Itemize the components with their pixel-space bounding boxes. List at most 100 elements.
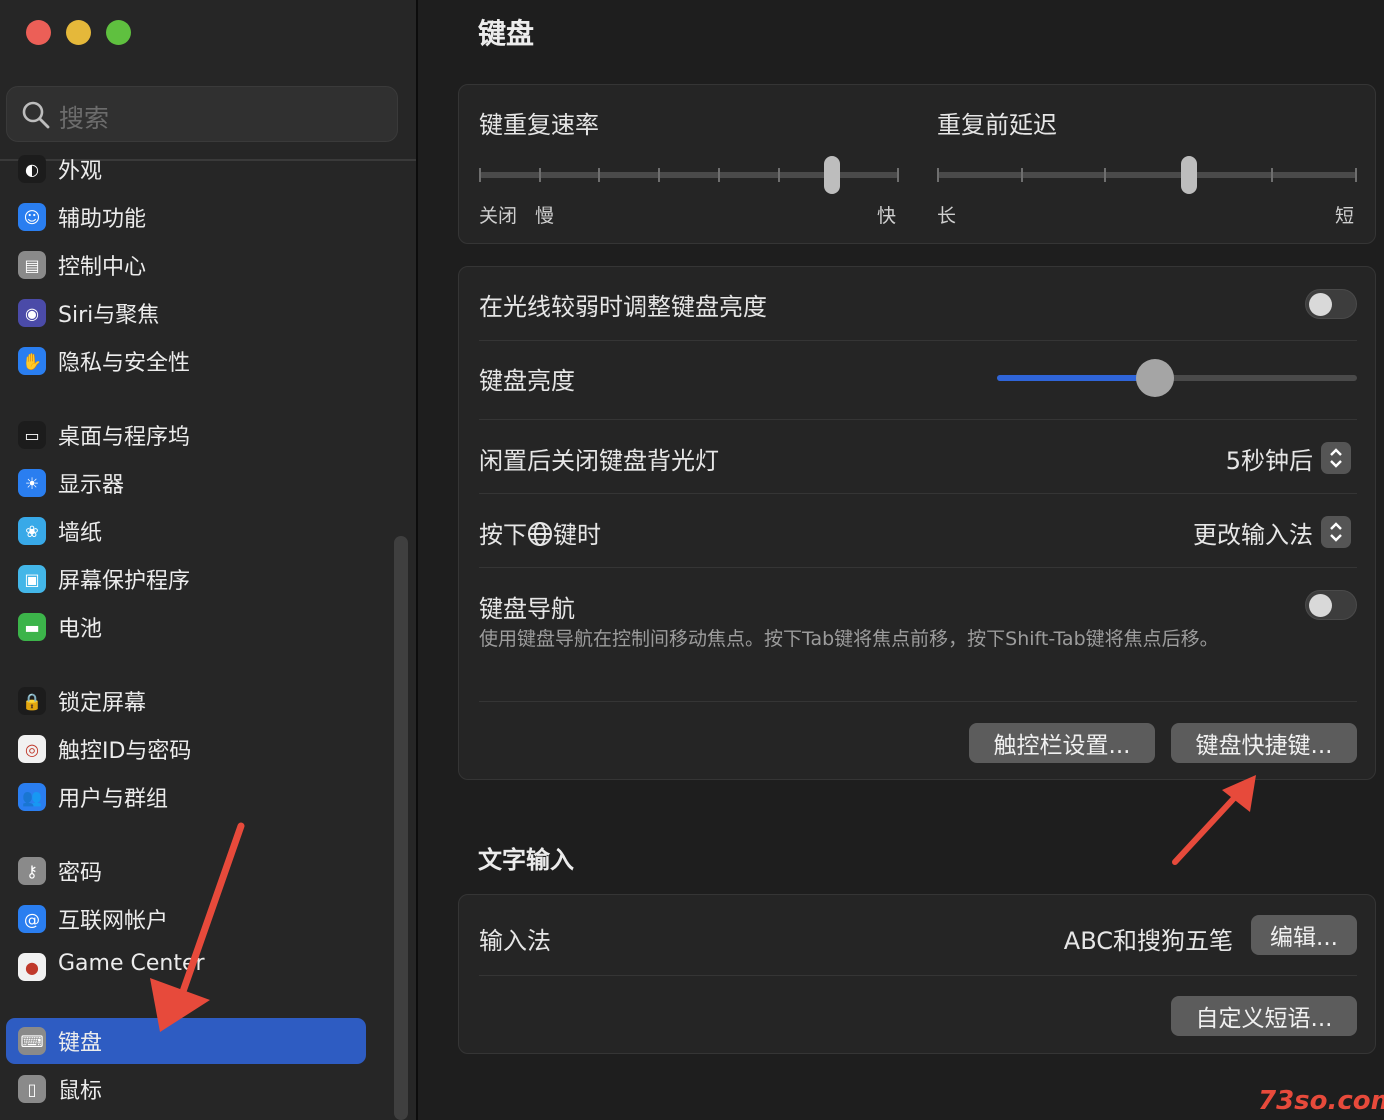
backlight-off-popup[interactable]: 5秒钟后 [1226, 441, 1313, 476]
input-sources-value: ABC和搜狗五笔 [1063, 927, 1233, 955]
wallpaper-icon: ❀ [18, 517, 46, 545]
globe-key-stepper[interactable] [1321, 516, 1351, 548]
sidebar-item[interactable]: @ 互联网帐户 [6, 896, 366, 942]
privacy-hand-icon: ✋ [18, 347, 46, 375]
sidebar-item-label: 外观 [58, 159, 103, 184]
sidebar-item-label: 键盘 [58, 1031, 103, 1056]
sidebar-item-label: 鼠标 [58, 1079, 103, 1104]
repeat-rate-label: 键重复速率 [479, 111, 599, 139]
repeat-delay-knob[interactable] [1181, 156, 1197, 194]
globe-icon [528, 522, 552, 546]
sidebar-item[interactable]: ▬ 电池 [6, 604, 366, 650]
search-placeholder: 搜索 [59, 104, 110, 133]
sidebar-item[interactable]: ☺ 辅助功能 [6, 194, 366, 240]
sidebar-item-label: 触控ID与密码 [58, 739, 192, 764]
text-input-section-title: 文字输入 [478, 846, 574, 874]
battery-icon: ▬ [18, 613, 46, 641]
sidebar-item[interactable]: 👥 用户与群组 [6, 774, 366, 820]
brightness-knob[interactable] [1136, 359, 1175, 397]
backlight-off-label: 闲置后关闭键盘背光灯 [479, 447, 719, 475]
sidebar-item[interactable]: ▣ 屏幕保护程序 [6, 556, 366, 602]
repeat-rate-slider[interactable] [479, 155, 899, 195]
keyboard-shortcuts-button[interactable]: 键盘快捷键... [1171, 723, 1357, 763]
slider-tick [897, 168, 899, 182]
sidebar-item-label: 用户与群组 [58, 787, 169, 812]
search-input[interactable]: 搜索 [6, 86, 398, 142]
minimize-window-button[interactable] [66, 20, 91, 45]
backlight-off-stepper[interactable] [1321, 442, 1351, 474]
close-window-button[interactable] [26, 20, 51, 45]
sidebar-item[interactable]: ✋ 隐私与安全性 [6, 338, 366, 384]
repeat-rate-fast-label: 快 [877, 205, 897, 227]
sidebar-item[interactable]: ● Game Center [6, 944, 366, 990]
slider-tick [1355, 168, 1357, 182]
sidebar-item-label: 密码 [58, 861, 103, 886]
repeat-rate-slow-label: 慢 [535, 205, 555, 227]
globe-key-popup[interactable]: 更改输入法 [1193, 515, 1313, 550]
keyboard-nav-toggle[interactable] [1305, 590, 1357, 620]
keyboard-nav-label: 键盘导航 [479, 595, 575, 623]
slider-tick [598, 168, 601, 182]
keyboard-nav-description: 使用键盘导航在控制间移动焦点。按下Tab键将焦点前移，按下Shift-Tab键将… [479, 628, 1219, 650]
sidebar-item[interactable]: ◉ Siri与聚焦 [6, 290, 366, 336]
row-divider [479, 567, 1357, 568]
sidebar-item[interactable]: ▭ 桌面与程序坞 [6, 412, 366, 458]
key-icon: ⚷ [18, 857, 46, 885]
globe-key-label: 按下 键时 [479, 521, 601, 549]
repeat-delay-short-label: 短 [1335, 205, 1355, 227]
sidebar-item[interactable]: ☀ 显示器 [6, 460, 366, 506]
touchbar-settings-button[interactable]: 触控栏设置... [969, 723, 1155, 763]
auto-brightness-toggle[interactable] [1305, 289, 1357, 319]
slider-tick [658, 168, 661, 182]
keyboard-icon: ⌨ [18, 1027, 46, 1055]
repeat-delay-label: 重复前延迟 [937, 111, 1057, 139]
appearance-icon: ◐ [18, 155, 46, 183]
sidebar-item[interactable]: ▯ 鼠标 [6, 1066, 366, 1112]
repeat-rate-off-label: 关闭 [479, 205, 518, 227]
keyboard-options-card: 在光线较弱时调整键盘亮度 键盘亮度 闲置后关闭键盘背光灯 5秒钟后 按下 键时 更… [458, 266, 1376, 780]
input-sources-label: 输入法 [479, 927, 551, 955]
sidebar-item-label: 屏幕保护程序 [58, 569, 191, 594]
sidebar-item-label: 互联网帐户 [58, 909, 169, 934]
slider-tick [777, 168, 780, 182]
sidebar-item-label: 辅助功能 [58, 207, 147, 232]
repeat-delay-slider[interactable] [937, 155, 1357, 195]
sidebar-item-label: 锁定屏幕 [58, 691, 147, 716]
sidebar-item[interactable]: 🔒 锁定屏幕 [6, 678, 366, 724]
sidebar-item-label: Game Center [58, 951, 205, 976]
sidebar-item[interactable]: ◐ 外观 [6, 146, 366, 192]
row-divider [479, 975, 1357, 976]
dock-icon: ▭ [18, 421, 46, 449]
sidebar-item-label: 墙纸 [58, 521, 103, 546]
repeat-rate-knob[interactable] [823, 156, 840, 194]
control-center-icon: ▤ [18, 251, 46, 279]
sidebar-item-label: 隐私与安全性 [58, 351, 191, 376]
page-title: 键盘 [478, 17, 535, 50]
screensaver-icon: ▣ [18, 565, 46, 593]
sidebar-item[interactable]: ⚷ 密码 [6, 848, 366, 894]
slider-tick [479, 168, 481, 182]
brightness-label: 键盘亮度 [479, 367, 575, 395]
key-repeat-card: 键重复速率 关闭 慢 快 重复前延迟 长 短 [458, 84, 1376, 244]
game-center-icon: ● [18, 953, 46, 981]
up-down-chevron-icon [1330, 448, 1342, 468]
users-icon: 👥 [18, 783, 46, 811]
sidebar: 搜索 ◐ 外观 ☺ 辅助功能 ▤ 控制中心 ◉ Siri与聚焦 ✋ 隐私与安全性 ▭ 桌面与程序坞 ☀ 显… [0, 0, 416, 1120]
sidebar-item[interactable]: ⌨ 键盘 [6, 1018, 366, 1064]
lock-icon: 🔒 [18, 687, 46, 715]
zoom-window-button[interactable] [106, 20, 131, 45]
row-divider [479, 701, 1357, 702]
slider-tick [1104, 168, 1107, 182]
search-icon [22, 101, 50, 129]
sidebar-item[interactable]: ◎ 触控ID与密码 [6, 726, 366, 772]
keyboard-settings-pane: 键盘 键重复速率 关闭 慢 快 重复前延迟 长 短 在光线较弱时调整键盘亮度 键… [418, 0, 1384, 1120]
custom-phrases-button[interactable]: 自定义短语... [1171, 996, 1357, 1036]
brightness-slider[interactable] [997, 358, 1357, 398]
sidebar-scrollbar[interactable] [394, 536, 408, 1120]
slider-tick [1020, 168, 1023, 182]
sidebar-item[interactable]: ▤ 控制中心 [6, 242, 366, 288]
sidebar-item[interactable]: ❀ 墙纸 [6, 508, 366, 554]
edit-input-sources-button[interactable]: 编辑... [1251, 915, 1357, 955]
sidebar-item-label: 电池 [58, 617, 103, 642]
slider-tick [937, 168, 939, 182]
